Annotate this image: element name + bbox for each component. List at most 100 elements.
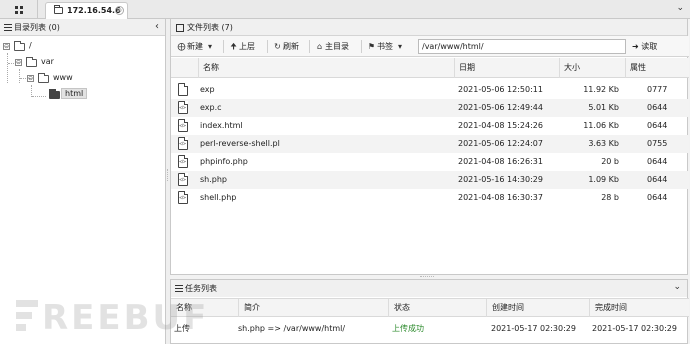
- tree-node-www[interactable]: ⊖ www: [0, 72, 160, 86]
- file-name[interactable]: phpinfo.php: [200, 153, 248, 171]
- file-toolbar: ⨁新建 ▾ 🠉上层 ↻刷新 ⌂主目录 ⚑书签 ▾ ➜ 读取: [171, 36, 689, 57]
- column-header-date[interactable]: 日期: [454, 58, 559, 78]
- tree-node-html[interactable]: html: [0, 88, 160, 102]
- file-attr: 0644: [647, 193, 668, 202]
- column-header-status: 状态: [388, 299, 486, 317]
- file-table-header: 名称 日期 大小 属性: [171, 58, 689, 78]
- read-label: 读取: [641, 42, 658, 51]
- tree-node-label: var: [41, 57, 54, 66]
- task-desc: sh.php => /var/www/html/: [238, 324, 346, 333]
- file-row[interactable]: phpinfo.php 2021-04-08 16:26:31 20 b 064…: [171, 153, 689, 171]
- file-attr: 0644: [647, 103, 668, 112]
- file-row[interactable]: exp 2021-05-06 12:50:11 11.92 Kb 0777: [171, 81, 689, 99]
- caret-down-icon: ▾: [398, 42, 403, 51]
- tree-node-var[interactable]: ⊖ var: [0, 56, 160, 70]
- file-row[interactable]: sh.php 2021-05-16 14:30:29 1.09 Kb 0644: [171, 171, 689, 189]
- folder-icon: [14, 41, 25, 51]
- file-size: 20 b: [601, 157, 619, 166]
- task-panel: 任务列表 ⌄ 名称 简介 状态 创建时间 完成时间 上传 sh.php => /…: [170, 279, 689, 344]
- collapse-left-icon[interactable]: ‹: [155, 21, 159, 32]
- bookmark-label: 书签: [377, 42, 393, 51]
- file-attr: 0644: [647, 175, 668, 184]
- column-header-created: 创建时间: [486, 299, 589, 317]
- file-row[interactable]: shell.php 2021-04-08 16:30:37 28 b 0644: [171, 189, 689, 207]
- file-name[interactable]: sh.php: [200, 171, 227, 189]
- file-name[interactable]: shell.php: [200, 189, 236, 207]
- arrow-right-icon: ➜: [632, 42, 639, 51]
- refresh-label: 刷新: [283, 42, 299, 51]
- folder-icon: [26, 57, 37, 67]
- home-icon: ⌂: [316, 42, 323, 51]
- collapse-toggle-icon[interactable]: ⊖: [15, 59, 22, 66]
- column-header-attr[interactable]: 属性: [625, 58, 684, 78]
- tree-node-root[interactable]: ⊖ /: [0, 40, 160, 54]
- task-row[interactable]: 上传 sh.php => /var/www/html/ 上传成功 2021-05…: [171, 320, 689, 338]
- collapse-toggle-icon[interactable]: ⊖: [3, 43, 10, 50]
- column-header-done: 完成时间: [589, 299, 688, 317]
- tree-node-label: html: [61, 88, 88, 99]
- file-size: 1.09 Kb: [588, 175, 619, 184]
- home-label: 主目录: [325, 42, 349, 51]
- chevron-down-icon[interactable]: ⌄: [676, 3, 684, 13]
- column-header-size[interactable]: 大小: [559, 58, 625, 78]
- code-file-icon: [178, 101, 188, 114]
- file-date: 2021-05-16 14:30:29: [458, 175, 543, 184]
- watermark-logo-icon: [16, 300, 40, 332]
- task-panel-header: 任务列表 ⌄: [171, 280, 687, 297]
- tree-node-label: /: [29, 41, 32, 50]
- new-label: 新建: [187, 42, 203, 51]
- plus-circle-icon: ⨁: [177, 42, 186, 51]
- folder-open-icon: [49, 89, 60, 99]
- column-header-name[interactable]: 名称: [198, 58, 454, 78]
- path-input[interactable]: [418, 39, 626, 54]
- file-date: 2021-04-08 16:26:31: [458, 157, 543, 166]
- file-row[interactable]: index.html 2021-04-08 15:24:26 11.06 Kb …: [171, 117, 689, 135]
- tab-label: 172.16.54.6: [67, 6, 121, 15]
- tree-node-label: www: [53, 73, 73, 82]
- bookmark-button[interactable]: ⚑ 书签 ▾: [367, 39, 406, 54]
- top-tab-bar: 172.16.54.6 ⊗ ⌄: [0, 0, 690, 19]
- file-attr: 0644: [647, 121, 668, 130]
- file-date: 2021-04-08 15:24:26: [458, 121, 543, 130]
- directory-panel-header: 目录列表 (0) ‹: [0, 19, 165, 36]
- code-file-icon: [178, 119, 188, 132]
- code-file-icon: [178, 137, 188, 150]
- file-name[interactable]: exp: [200, 81, 215, 99]
- file-row[interactable]: exp.c 2021-05-06 12:49:44 5.01 Kb 0644: [171, 99, 689, 117]
- up-level-button[interactable]: 🠉 上层: [229, 39, 255, 54]
- file-date: 2021-05-06 12:50:11: [458, 85, 543, 94]
- grid-menu-button[interactable]: [0, 0, 38, 19]
- close-icon[interactable]: ⊗: [115, 6, 124, 15]
- file-size: 3.63 Kb: [588, 139, 619, 148]
- caret-down-icon: ▾: [208, 42, 213, 51]
- watermark: REEBUF: [16, 290, 206, 340]
- tab-host[interactable]: 172.16.54.6 ⊗: [45, 2, 128, 19]
- new-button[interactable]: ⨁ 新建 ▾: [177, 39, 216, 54]
- task-table-header: 名称 简介 状态 创建时间 完成时间: [171, 298, 689, 317]
- file-attr: 0777: [647, 85, 668, 94]
- file-size: 11.92 Kb: [583, 85, 619, 94]
- code-file-icon: [178, 173, 188, 186]
- collapse-toggle-icon[interactable]: ⊖: [27, 75, 34, 82]
- file-row[interactable]: perl-reverse-shell.pl 2021-05-06 12:24:0…: [171, 135, 689, 153]
- read-button[interactable]: ➜ 读取: [632, 39, 657, 54]
- file-name[interactable]: perl-reverse-shell.pl: [200, 135, 280, 153]
- select-column: [171, 58, 198, 78]
- refresh-icon: ↻: [274, 42, 281, 51]
- directory-panel-title: 目录列表 (0): [14, 23, 60, 32]
- code-file-icon: [178, 155, 188, 168]
- home-dir-button[interactable]: ⌂ 主目录: [315, 39, 349, 54]
- file-size: 28 b: [601, 193, 619, 202]
- refresh-button[interactable]: ↻ 刷新: [273, 39, 299, 54]
- code-file-icon: [178, 191, 188, 204]
- column-header-desc: 简介: [238, 299, 388, 317]
- chevron-down-icon[interactable]: ⌄: [673, 282, 681, 292]
- watermark-text: REEBUF: [42, 298, 210, 338]
- file-name[interactable]: index.html: [200, 117, 243, 135]
- file-size: 5.01 Kb: [588, 103, 619, 112]
- up-label: 上层: [239, 42, 255, 51]
- horizontal-splitter[interactable]: [420, 276, 434, 278]
- file-date: 2021-05-06 12:24:07: [458, 139, 543, 148]
- file-date: 2021-05-06 12:49:44: [458, 103, 543, 112]
- file-name[interactable]: exp.c: [200, 99, 222, 117]
